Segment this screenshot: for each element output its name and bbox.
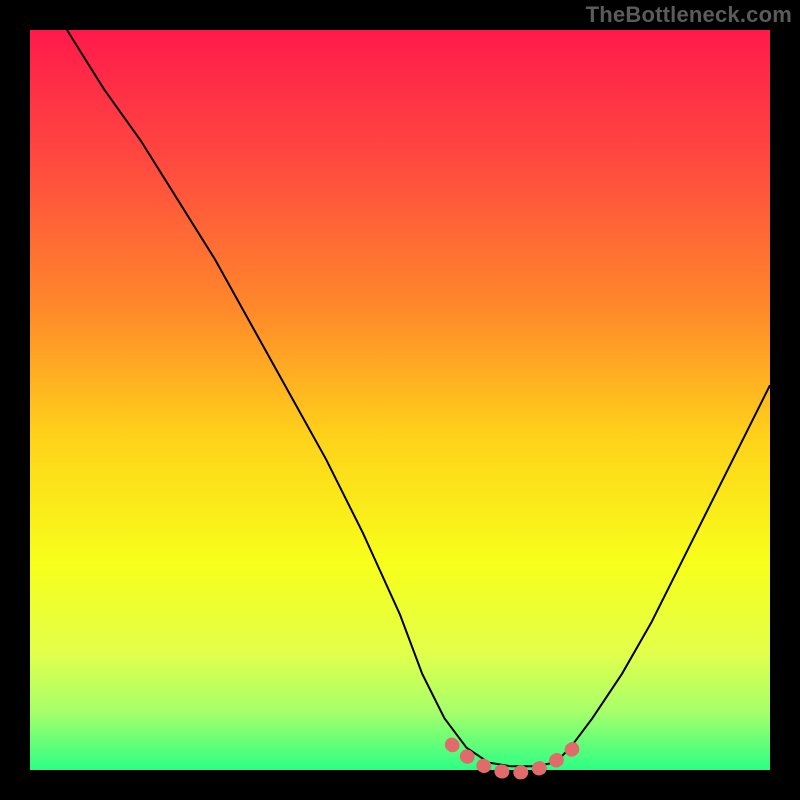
- chart-frame: TheBottleneck.com: [0, 0, 800, 800]
- chart-canvas: [0, 0, 800, 800]
- watermark-text: TheBottleneck.com: [586, 2, 792, 28]
